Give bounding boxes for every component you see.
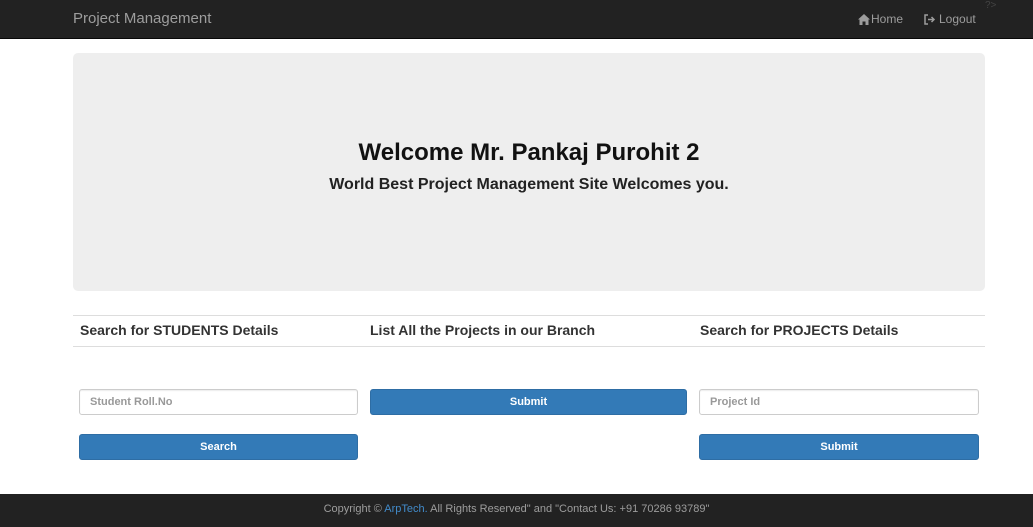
welcome-heading: Welcome Mr. Pankaj Purohit 2: [358, 139, 700, 166]
students-search-heading: Search for STUDENTS Details: [80, 322, 279, 338]
stray-text: ?>: [985, 0, 997, 11]
footer-company-link[interactable]: ArpTech.: [384, 503, 427, 515]
branch-projects-heading: List All the Projects in our Branch: [370, 322, 596, 338]
list-projects-submit-button[interactable]: Submit: [370, 389, 687, 415]
footer-copyright-suffix: All Rights Reserved" and "Contact Us: +9…: [427, 503, 710, 515]
page-footer: Copyright © ArpTech. All Rights Reserved…: [0, 494, 1033, 527]
nav-home-link[interactable]: Home: [858, 12, 903, 26]
home-icon: [858, 13, 870, 25]
nav-logout-label: Logout: [939, 12, 976, 26]
project-search-submit-button[interactable]: Submit: [699, 434, 979, 460]
top-navbar: Project Management Home Logout ?>: [0, 0, 1033, 39]
welcome-tagline: World Best Project Management Site Welco…: [329, 176, 729, 193]
footer-copyright-prefix: Copyright ©: [323, 503, 385, 515]
navbar-brand[interactable]: Project Management: [73, 10, 211, 27]
project-id-input[interactable]: [699, 389, 979, 415]
nav-home-label: Home: [871, 12, 904, 26]
student-roll-input[interactable]: [79, 389, 358, 415]
table-top-border: [73, 315, 985, 316]
logout-icon: [924, 13, 936, 25]
table-header-border: [73, 346, 985, 347]
projects-search-heading: Search for PROJECTS Details: [700, 322, 899, 338]
nav-logout-link[interactable]: Logout: [924, 12, 976, 26]
student-search-button[interactable]: Search: [79, 434, 358, 460]
welcome-jumbotron: Welcome Mr. Pankaj Purohit 2 World Best …: [73, 53, 985, 291]
